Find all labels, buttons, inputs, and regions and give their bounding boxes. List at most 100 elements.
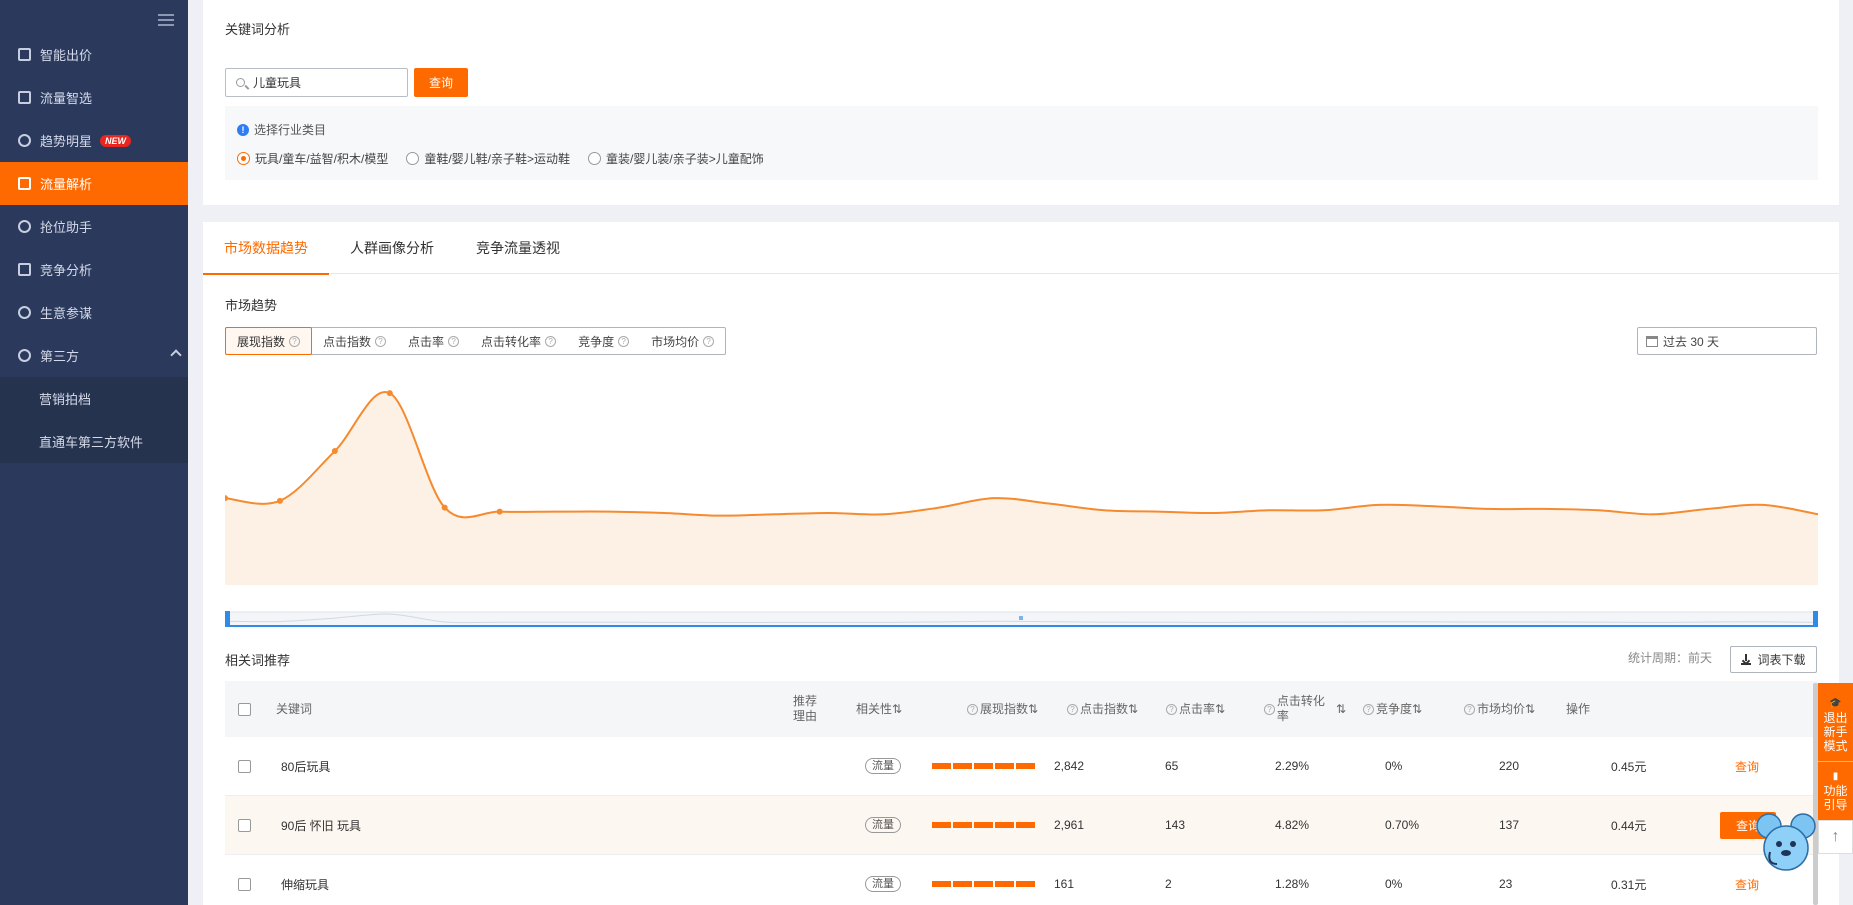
metric-tab[interactable]: 市场均价? [640, 328, 725, 354]
exit-novice-button[interactable]: 🎓 退出新手模式 [1818, 683, 1853, 761]
table-row: 80后玩具 流量 2,842 65 2.29% 0% 220 0.45元 查询 [225, 737, 1818, 796]
sidebar: 智能出价 流量智选 趋势明星 NEW 流量解析 抢位助手 竞争分析 生意参谋 第三… [0, 0, 188, 905]
float-panel: 🎓 退出新手模式 ▮ 功能引导 ↑ [1818, 683, 1853, 854]
sidebar-submenu: 营销拍档 直通车第三方软件 [0, 377, 188, 463]
stat-period: 统计周期：前天 [1628, 651, 1713, 665]
query-button[interactable]: 查询 [414, 68, 468, 97]
sidebar-menu: 智能出价 流量智选 趋势明星 NEW 流量解析 抢位助手 竞争分析 生意参谋 第三… [0, 33, 188, 463]
radio-label: 童装/婴儿装/亲子装>儿童配饰 [606, 152, 764, 166]
sidebar-item-label: 抢位助手 [40, 220, 93, 235]
category-radio[interactable]: 童装/婴儿装/亲子装>儿童配饰 [588, 150, 764, 167]
sidebar-item-traffic-analysis[interactable]: 流量解析 [0, 162, 188, 205]
chart-range-slider[interactable] [225, 609, 1818, 629]
competition-cell: 220 [1499, 759, 1520, 773]
chart-point [386, 390, 393, 397]
search-input[interactable] [253, 75, 393, 90]
row-checkbox[interactable] [238, 759, 251, 773]
sidebar-item-position-helper[interactable]: 抢位助手 [0, 205, 188, 248]
sidebar-item-business-advisor[interactable]: 生意参谋 [0, 291, 188, 334]
help-icon: ? [1363, 703, 1374, 715]
help-icon: ? [1067, 703, 1078, 715]
row-checkbox[interactable] [238, 818, 251, 832]
third-party-icon [18, 349, 31, 362]
metric-label: 市场均价 [651, 334, 700, 349]
sidebar-item-label: 流量智选 [40, 91, 93, 106]
tab-market-trend[interactable]: 市场数据趋势 [203, 222, 329, 275]
category-radio[interactable]: 童鞋/婴儿鞋/亲子鞋>运动鞋 [406, 150, 570, 167]
relevance-bars [932, 881, 1037, 887]
collapse-menu-icon[interactable] [158, 14, 174, 28]
sidebar-subitem-marketing-partner[interactable]: 营销拍档 [0, 377, 188, 420]
col-label: 点击转化率 [1276, 694, 1325, 723]
col-ctr[interactable]: ? 点击率 ⇅ [1166, 681, 1225, 737]
col-price[interactable]: ? 市场均价 ⇅ [1464, 681, 1535, 737]
metric-label: 点击指数 [323, 334, 372, 349]
reason-tag: 流量 [865, 876, 901, 892]
mascot-icon[interactable] [1755, 808, 1817, 874]
tab-bar: 市场数据趋势 人群画像分析 竞争流量透视 [203, 222, 1839, 275]
download-button[interactable]: 词表下载 [1730, 646, 1817, 673]
sidebar-item-label: 趋势明星 [40, 134, 93, 149]
col-clicks[interactable]: ? 点击指数 ⇅ [1067, 681, 1138, 737]
related-words-table: 关键词 推荐理由 相关性 ⇅ ? 展现指数 ⇅ ? 点击指数 ⇅ ? 点击率 ⇅ ? 点击转化率… [225, 681, 1818, 905]
keyword-analysis-card: 关键词分析 查询 ! 选择行业类目 玩具/童车/益智/积木/模型 童鞋/婴儿鞋/亲… [203, 0, 1839, 205]
row-checkbox[interactable] [238, 877, 251, 891]
table-row: 伸缩玩具 流量 161 2 1.28% 0% 23 0.31元 查询 [225, 855, 1818, 905]
select-all-checkbox[interactable] [238, 702, 251, 716]
sidebar-subitem-third-party-software[interactable]: 直通车第三方软件 [0, 420, 188, 463]
exit-novice-label: 退出新手模式 [1823, 711, 1848, 753]
cvr-cell: 0.70% [1385, 818, 1420, 832]
col-relevance[interactable]: 相关性 ⇅ [856, 681, 902, 737]
date-range-picker[interactable]: 过去 30 天 [1637, 327, 1817, 355]
col-cvr[interactable]: ? 点击转化率 ⇅ [1264, 681, 1346, 737]
book-icon: ▮ [1832, 771, 1839, 782]
chart-point [441, 504, 448, 511]
sort-icon: ⇅ [892, 701, 903, 716]
category-label: ! 选择行业类目 [237, 121, 326, 138]
new-badge: NEW [100, 134, 132, 147]
traffic-analysis-icon [18, 177, 31, 190]
sidebar-item-label: 营销拍档 [39, 392, 92, 407]
query-link[interactable]: 查询 [1735, 758, 1759, 775]
metric-tab[interactable]: 点击率? [397, 328, 470, 354]
metric-tab[interactable]: 展现指数? [225, 327, 313, 355]
tab-competition[interactable]: 竞争流量透视 [455, 222, 581, 274]
metric-tab[interactable]: 点击指数? [312, 328, 397, 354]
clicks-cell: 65 [1165, 759, 1179, 773]
date-range-value: 过去 30 天 [1663, 334, 1720, 349]
keyword-cell: 80后玩具 [281, 759, 331, 774]
query-link[interactable]: 查询 [1735, 876, 1759, 893]
radio-label: 玩具/童车/益智/积木/模型 [255, 152, 389, 166]
col-keyword: 关键词 [276, 701, 313, 716]
slider-handle-left [225, 611, 230, 627]
help-icon: ? [1166, 703, 1177, 715]
sidebar-item-trend-star[interactable]: 趋势明星 NEW [0, 119, 188, 162]
search-icon [236, 78, 245, 87]
feature-guide-button[interactable]: ▮ 功能引导 [1818, 762, 1853, 820]
col-label: 相关性 [856, 701, 893, 716]
sidebar-item-third-party[interactable]: 第三方 [0, 334, 188, 377]
col-reason: 推荐理由 [793, 694, 818, 723]
sidebar-item-competition[interactable]: 竞争分析 [0, 248, 188, 291]
metric-tab[interactable]: 点击转化率? [470, 328, 567, 354]
back-to-top-button[interactable]: ↑ [1818, 820, 1853, 854]
clicks-cell: 143 [1165, 818, 1186, 832]
cvr-cell: 0% [1385, 877, 1403, 891]
col-competition[interactable]: ? 竞争度 ⇅ [1363, 681, 1422, 737]
sidebar-item-traffic-select[interactable]: 流量智选 [0, 76, 188, 119]
metric-tab[interactable]: 竞争度? [567, 328, 640, 354]
help-icon: ? [1264, 703, 1275, 715]
sidebar-item-label: 竞争分析 [40, 263, 93, 278]
sort-icon: ⇅ [1128, 701, 1139, 716]
section-title: 关键词分析 [225, 22, 291, 37]
help-icon: ? [289, 335, 301, 347]
col-impressions[interactable]: ? 展现指数 ⇅ [967, 681, 1038, 737]
help-icon: ? [1464, 703, 1475, 715]
clicks-cell: 2 [1165, 877, 1172, 891]
competition-cell: 137 [1499, 818, 1520, 832]
competition-cell: 23 [1499, 877, 1513, 891]
search-input-wrapper[interactable] [225, 68, 408, 97]
tab-audience[interactable]: 人群画像分析 [329, 222, 455, 274]
category-radio[interactable]: 玩具/童车/益智/积木/模型 [237, 150, 388, 167]
sidebar-item-smart-bid[interactable]: 智能出价 [0, 33, 188, 76]
